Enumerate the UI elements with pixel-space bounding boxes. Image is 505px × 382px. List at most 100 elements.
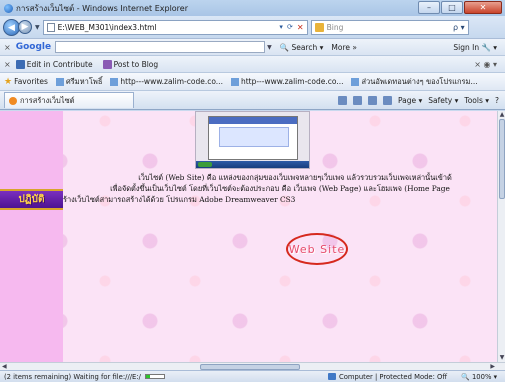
address-bar: ◀ ▶ ▼ E:\WEB_M301\index3.html ▾ ⟳ ✕ Bing… xyxy=(0,16,505,38)
favorite-label: http---www.zalim-code.co... xyxy=(240,77,344,86)
horizontal-scrollbar[interactable]: ◀ ▶ xyxy=(0,362,505,370)
google-search-button[interactable]: 🔍 Search ▾ xyxy=(280,43,324,52)
screenshot-image xyxy=(195,111,310,169)
page-menu[interactable]: Page ▾ xyxy=(398,96,422,105)
minimize-button[interactable]: – xyxy=(418,1,440,14)
page-icon xyxy=(351,77,360,86)
zoom-label: 100% xyxy=(471,372,492,381)
scrollbar-thumb[interactable] xyxy=(499,119,505,199)
sign-in-label: Sign In xyxy=(453,42,480,52)
security-zone[interactable]: Computer | Protected Mode: Off xyxy=(328,373,447,381)
more-button[interactable]: More » xyxy=(331,43,357,52)
tab-label: การสร้างเว็บไซต์ xyxy=(20,95,75,105)
progress-fill xyxy=(145,375,150,378)
website-label: Web Site xyxy=(288,242,346,256)
command-bar: Page ▾ Safety ▾ Tools ▾ ? xyxy=(337,95,499,105)
url-field[interactable]: E:\WEB_M301\index3.html ▾ ⟳ ✕ xyxy=(42,19,308,35)
tab-current[interactable]: การสร้างเว็บไซต์ xyxy=(4,92,134,108)
nav-ribbon-label: ปฏิบัติ xyxy=(18,194,45,205)
scroll-left-icon[interactable]: ◀ xyxy=(2,363,7,370)
favorites-button[interactable]: Favorites xyxy=(14,77,48,86)
stop-icon[interactable]: ✕ xyxy=(297,23,307,32)
preview-start-button xyxy=(198,162,212,167)
tools-menu[interactable]: Tools ▾ xyxy=(464,96,489,105)
forward-button[interactable]: ▶ xyxy=(18,20,32,34)
window-titlebar: การสร้างเว็บไซต์ - Windows Internet Expl… xyxy=(0,0,505,16)
preview-header xyxy=(209,117,297,124)
url-text: E:\WEB_M301\index3.html xyxy=(57,22,157,32)
ie-icon xyxy=(4,3,13,13)
scroll-right-icon[interactable]: ▶ xyxy=(490,363,495,370)
window-title: การสร้างเว็บไซต์ - Windows Internet Expl… xyxy=(16,3,189,13)
favorite-item[interactable]: ส่วนอัพเดทอนต่างๆ ของโปรแกรม... xyxy=(351,76,478,88)
zoom-icon: 🔍 xyxy=(461,372,470,381)
chevron-down-icon[interactable]: ▼ xyxy=(267,44,272,51)
zoom-control[interactable]: 🔍 100% ▾ xyxy=(461,373,497,381)
feeds-icon[interactable] xyxy=(352,95,362,105)
preview-body xyxy=(219,127,289,147)
google-search-label: Search xyxy=(291,42,318,52)
safety-menu[interactable]: Safety ▾ xyxy=(428,96,458,105)
status-text: (2 items remaining) Waiting for file:///… xyxy=(4,372,141,381)
nav-ribbon-button[interactable]: ปฏิบัติ xyxy=(0,189,63,210)
preview-window xyxy=(208,116,298,160)
toolbar-options-icon[interactable]: × ◉ ▾ xyxy=(474,60,497,69)
google-toolbar: × Google ▼ 🔍 Search ▾ More » Sign In 🔧 ▾ xyxy=(0,38,505,55)
close-button[interactable]: ✕ xyxy=(464,1,502,14)
zone-label: Computer | Protected Mode: Off xyxy=(339,372,448,381)
post-to-blog-label: Post to Blog xyxy=(113,59,159,69)
contribute-icon xyxy=(15,59,25,69)
search-icon: 🔍 xyxy=(279,42,290,52)
page-favicon-icon xyxy=(9,96,17,105)
page-icon xyxy=(110,78,119,86)
scroll-down-icon[interactable]: ▼ xyxy=(498,354,505,362)
status-bar: (2 items remaining) Waiting for file:///… xyxy=(0,370,505,382)
tab-bar: การสร้างเว็บไซต์ Page ▾ Safety ▾ Tools ▾… xyxy=(0,90,505,110)
favorites-star-icon[interactable]: ★ xyxy=(4,77,12,87)
contribute-toolbar: × Edit in Contribute Post to Blog × ◉ ▾ xyxy=(0,55,505,72)
website-link[interactable]: Web Site xyxy=(286,233,348,265)
page-icon xyxy=(230,78,239,86)
page-icon xyxy=(55,77,64,86)
scroll-up-icon[interactable]: ▲ xyxy=(498,111,505,119)
favorite-item[interactable]: ศรีมหาโพธิ์ xyxy=(55,76,103,88)
favorite-label: ศรีมหาโพธิ์ xyxy=(65,76,103,86)
favorite-label: http---www.zalim-code.co... xyxy=(120,77,223,86)
page-icon xyxy=(46,22,55,32)
vertical-scrollbar[interactable]: ▲ ▼ xyxy=(497,111,505,362)
window-controls: – □ ✕ xyxy=(418,1,502,14)
home-icon[interactable] xyxy=(337,95,347,105)
page-viewport: ปฏิบัติ เว็บไซต์ (Web Site) คือ แหล่งของ… xyxy=(0,111,497,362)
sign-in-button[interactable]: Sign In 🔧 ▾ xyxy=(453,43,497,52)
close-toolbar-icon[interactable]: × xyxy=(4,43,11,52)
google-logo: Google xyxy=(15,42,52,52)
left-sidebar: ปฏิบัติ xyxy=(0,111,63,362)
favorites-bar: ★ Favorites ศรีมหาโพธิ์ http---www.zalim… xyxy=(0,72,505,90)
close-toolbar-icon[interactable]: × xyxy=(4,60,11,69)
edit-in-contribute-button[interactable]: Edit in Contribute xyxy=(15,59,93,69)
description-line: ร้างเว็บไซต์สามารถสร้างได้ด้วย โปรแกรม A… xyxy=(63,195,296,204)
google-search-input[interactable] xyxy=(55,41,266,53)
search-box[interactable]: Bing ρ ▾ xyxy=(310,19,469,35)
computer-icon xyxy=(328,373,336,380)
favorite-label: ส่วนอัพเดทอนต่างๆ ของโปรแกรม... xyxy=(361,76,478,86)
edit-in-contribute-label: Edit in Contribute xyxy=(26,59,93,69)
loading-progress xyxy=(144,374,165,379)
description-line: เพื่อจัดตั้งขึ้นเป็นเว็บไซต์ โดยที่เว็บไ… xyxy=(110,184,450,193)
post-to-blog-button[interactable]: Post to Blog xyxy=(102,59,159,69)
search-go-icon[interactable]: ρ ▾ xyxy=(453,23,468,32)
bing-icon xyxy=(314,22,324,32)
print-icon[interactable] xyxy=(382,95,392,105)
help-icon[interactable]: ? xyxy=(495,96,499,105)
blog-icon xyxy=(102,59,112,69)
history-dropdown-icon[interactable]: ▼ xyxy=(35,24,40,31)
maximize-button[interactable]: □ xyxy=(441,1,463,14)
favorite-item[interactable]: http---www.zalim-code.co... xyxy=(110,77,223,86)
preview-taskbar xyxy=(196,161,309,168)
description-text: เว็บไซต์ (Web Site) คือ แหล่งของกลุ่มของ… xyxy=(63,172,497,205)
description-line: เว็บไซต์ (Web Site) คือ แหล่งของกลุ่มของ… xyxy=(138,173,452,182)
mail-icon[interactable] xyxy=(367,95,377,105)
search-placeholder: Bing xyxy=(326,22,344,32)
favorite-item[interactable]: http---www.zalim-code.co... xyxy=(230,77,344,86)
refresh-icon[interactable]: ▾ ⟳ xyxy=(279,23,297,31)
